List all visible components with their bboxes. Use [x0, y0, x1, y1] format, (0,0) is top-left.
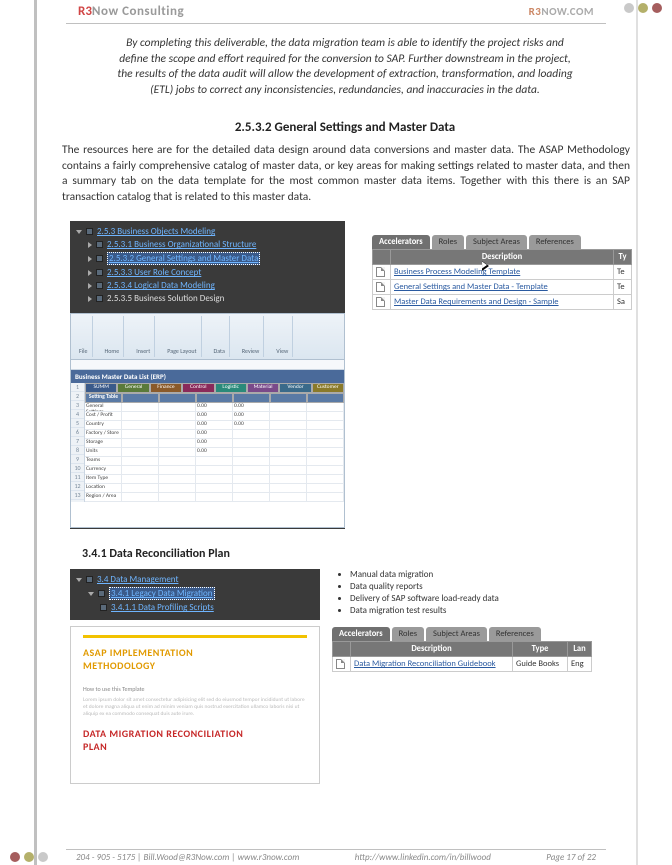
- corner-dots-top: [624, 3, 662, 13]
- section-heading-341: 3.4.1 Data Reconciliation Plan: [82, 547, 632, 561]
- excel-title: Business Master Data List (ERP): [75, 372, 166, 381]
- corner-dots-bottom: [10, 852, 48, 862]
- tree-link[interactable]: 3.4.1.1 Data Profiling Scripts: [111, 602, 214, 613]
- section-body-2532: The resources here are for the detailed …: [58, 143, 632, 215]
- collapse-icon[interactable]: [88, 270, 92, 276]
- doc-link[interactable]: Master Data Requirements and Design - Sa…: [394, 297, 559, 307]
- accelerator-tabs-2: Accelerators Roles Subject Areas Referen…: [332, 627, 592, 641]
- tab-roles[interactable]: Roles: [392, 627, 424, 641]
- list-item: Data quality reports: [350, 581, 577, 592]
- tab-references[interactable]: References: [489, 627, 541, 641]
- col-icon: [373, 250, 391, 265]
- excel-ribbon: File Home Insert Page Layout Data Review…: [71, 314, 344, 360]
- cell-type: Sa: [614, 295, 632, 310]
- tree-link[interactable]: 3.4 Data Management: [97, 574, 178, 585]
- table-row[interactable]: General Settings and Master Data - Templ…: [373, 280, 632, 295]
- list-item: Manual data migration: [350, 569, 577, 580]
- tab-references[interactable]: References: [529, 235, 581, 249]
- folder-icon: [96, 241, 103, 248]
- col-type: Ty: [614, 250, 632, 265]
- tree-link[interactable]: 2.5.3.4 Logical Data Modeling: [107, 280, 215, 291]
- accent-bar: [83, 635, 307, 638]
- collapse-icon[interactable]: [88, 256, 92, 262]
- page-header: R3Now Consulting R3NOW.COM: [66, 0, 606, 24]
- cursor-icon: [482, 261, 492, 273]
- cell-type: Te: [614, 280, 632, 295]
- margin-rule-left: [34, 0, 37, 865]
- expand-icon[interactable]: [76, 578, 82, 582]
- margin-rule-right: [636, 0, 638, 865]
- table-row[interactable]: Data Migration Reconciliation Guidebook …: [333, 657, 592, 672]
- output-bullet-list: Manual data migration Data quality repor…: [332, 569, 577, 616]
- tree-link[interactable]: 2.5.3.1 Business Organizational Structur…: [107, 239, 256, 250]
- col-lang: Lan: [568, 642, 592, 657]
- col-icon: [333, 642, 351, 657]
- col-description: Description: [391, 250, 614, 265]
- col-type: Type: [513, 642, 568, 657]
- doc-title2-line1: DATA MIGRATION RECONCILIATION: [83, 727, 307, 740]
- folder-icon: [96, 282, 103, 289]
- excel-screenshot: File Home Insert Page Layout Data Review…: [70, 313, 345, 528]
- file-icon: [376, 297, 385, 307]
- tree-link[interactable]: 2.5.3.3 User Role Concept: [107, 267, 201, 278]
- section-heading-2532: 2.5.3.2 General Settings and Master Data: [58, 120, 632, 135]
- table-row[interactable]: Business Process Modeling Template Te: [373, 265, 632, 280]
- footer-contact: 204 - 905 - 5175 | Bill.Wood@R3Now.com |…: [76, 852, 299, 863]
- expand-icon[interactable]: [76, 230, 82, 234]
- folder-icon: [98, 590, 105, 597]
- file-icon: [376, 282, 385, 292]
- collapse-icon[interactable]: [88, 283, 92, 289]
- table-row[interactable]: Master Data Requirements and Design - Sa…: [373, 295, 632, 310]
- cell-type: Guide Books: [513, 657, 568, 672]
- tab-accelerators[interactable]: Accelerators: [332, 627, 390, 641]
- doc-link[interactable]: Data Migration Reconciliation Guidebook: [354, 659, 496, 669]
- doc-title-line2: METHODOLOGY: [83, 659, 307, 672]
- accelerators-table: Description Ty Business Process Modeling…: [372, 249, 632, 310]
- col-description: Description: [351, 642, 513, 657]
- doc-title2-line2: PLAN: [83, 740, 307, 753]
- folder-icon: [86, 228, 93, 235]
- tab-subject-areas[interactable]: Subject Areas: [466, 235, 527, 249]
- tab-roles[interactable]: Roles: [432, 235, 464, 249]
- tree-link[interactable]: 2.5.3 Business Objects Modeling: [97, 226, 215, 237]
- intro-paragraph: By completing this deliverable, the data…: [58, 36, 632, 110]
- doc-subhead: How to use this Template: [83, 686, 307, 693]
- file-icon: [336, 659, 345, 669]
- folder-icon: [86, 576, 93, 583]
- folder-icon: [96, 255, 103, 262]
- accelerator-tabs: Accelerators Roles Subject Areas Referen…: [372, 235, 632, 249]
- collapse-icon[interactable]: [88, 242, 92, 248]
- tab-accelerators[interactable]: Accelerators: [372, 235, 430, 249]
- list-item: Data migration test results: [350, 605, 577, 616]
- footer-page-number: Page 17 of 22: [546, 852, 596, 863]
- file-icon: [376, 267, 385, 277]
- cell-type: Te: [614, 265, 632, 280]
- tree-label: 2.5.3.5 Business Solution Design: [107, 293, 224, 304]
- accelerators-table-2: Description Type Lan Data Migration Reco…: [332, 641, 592, 672]
- expand-icon[interactable]: [88, 592, 94, 596]
- tab-subject-areas[interactable]: Subject Areas: [426, 627, 487, 641]
- doc-link[interactable]: General Settings and Master Data - Templ…: [394, 282, 548, 292]
- excel-row-numbers: 12345678910111213: [71, 383, 85, 502]
- tree-link-selected[interactable]: 3.4.1 Legacy Data Migration: [111, 588, 213, 599]
- reconciliation-doc-thumbnail: ASAP IMPLEMENTATION METHODOLOGY How to u…: [70, 626, 320, 784]
- folder-icon: [100, 604, 107, 611]
- doc-body-preview: Lorem ipsum dolor sit amet consectetur a…: [83, 697, 307, 717]
- brand-logo: R3Now Consulting: [78, 4, 184, 19]
- tree-link-selected[interactable]: 2.5.3.2 General Settings and Master Data: [109, 253, 258, 264]
- collapse-icon[interactable]: [88, 296, 92, 302]
- page-footer: 204 - 905 - 5175 | Bill.Wood@R3Now.com |…: [66, 849, 606, 863]
- list-item: Delivery of SAP software load-ready data: [350, 593, 577, 604]
- footer-linkedin: http://www.linkedin.com/in/billwood: [355, 852, 491, 863]
- folder-icon: [96, 269, 103, 276]
- doc-link[interactable]: Business Process Modeling Template: [394, 267, 520, 277]
- site-label: R3NOW.COM: [529, 5, 594, 18]
- cell-lang: Eng: [568, 657, 592, 672]
- doc-title-line1: ASAP IMPLEMENTATION: [83, 646, 307, 659]
- nav-tree-3-4: 3.4 Data Management 3.4.1 Legacy Data Mi…: [70, 569, 320, 620]
- folder-icon: [96, 295, 103, 302]
